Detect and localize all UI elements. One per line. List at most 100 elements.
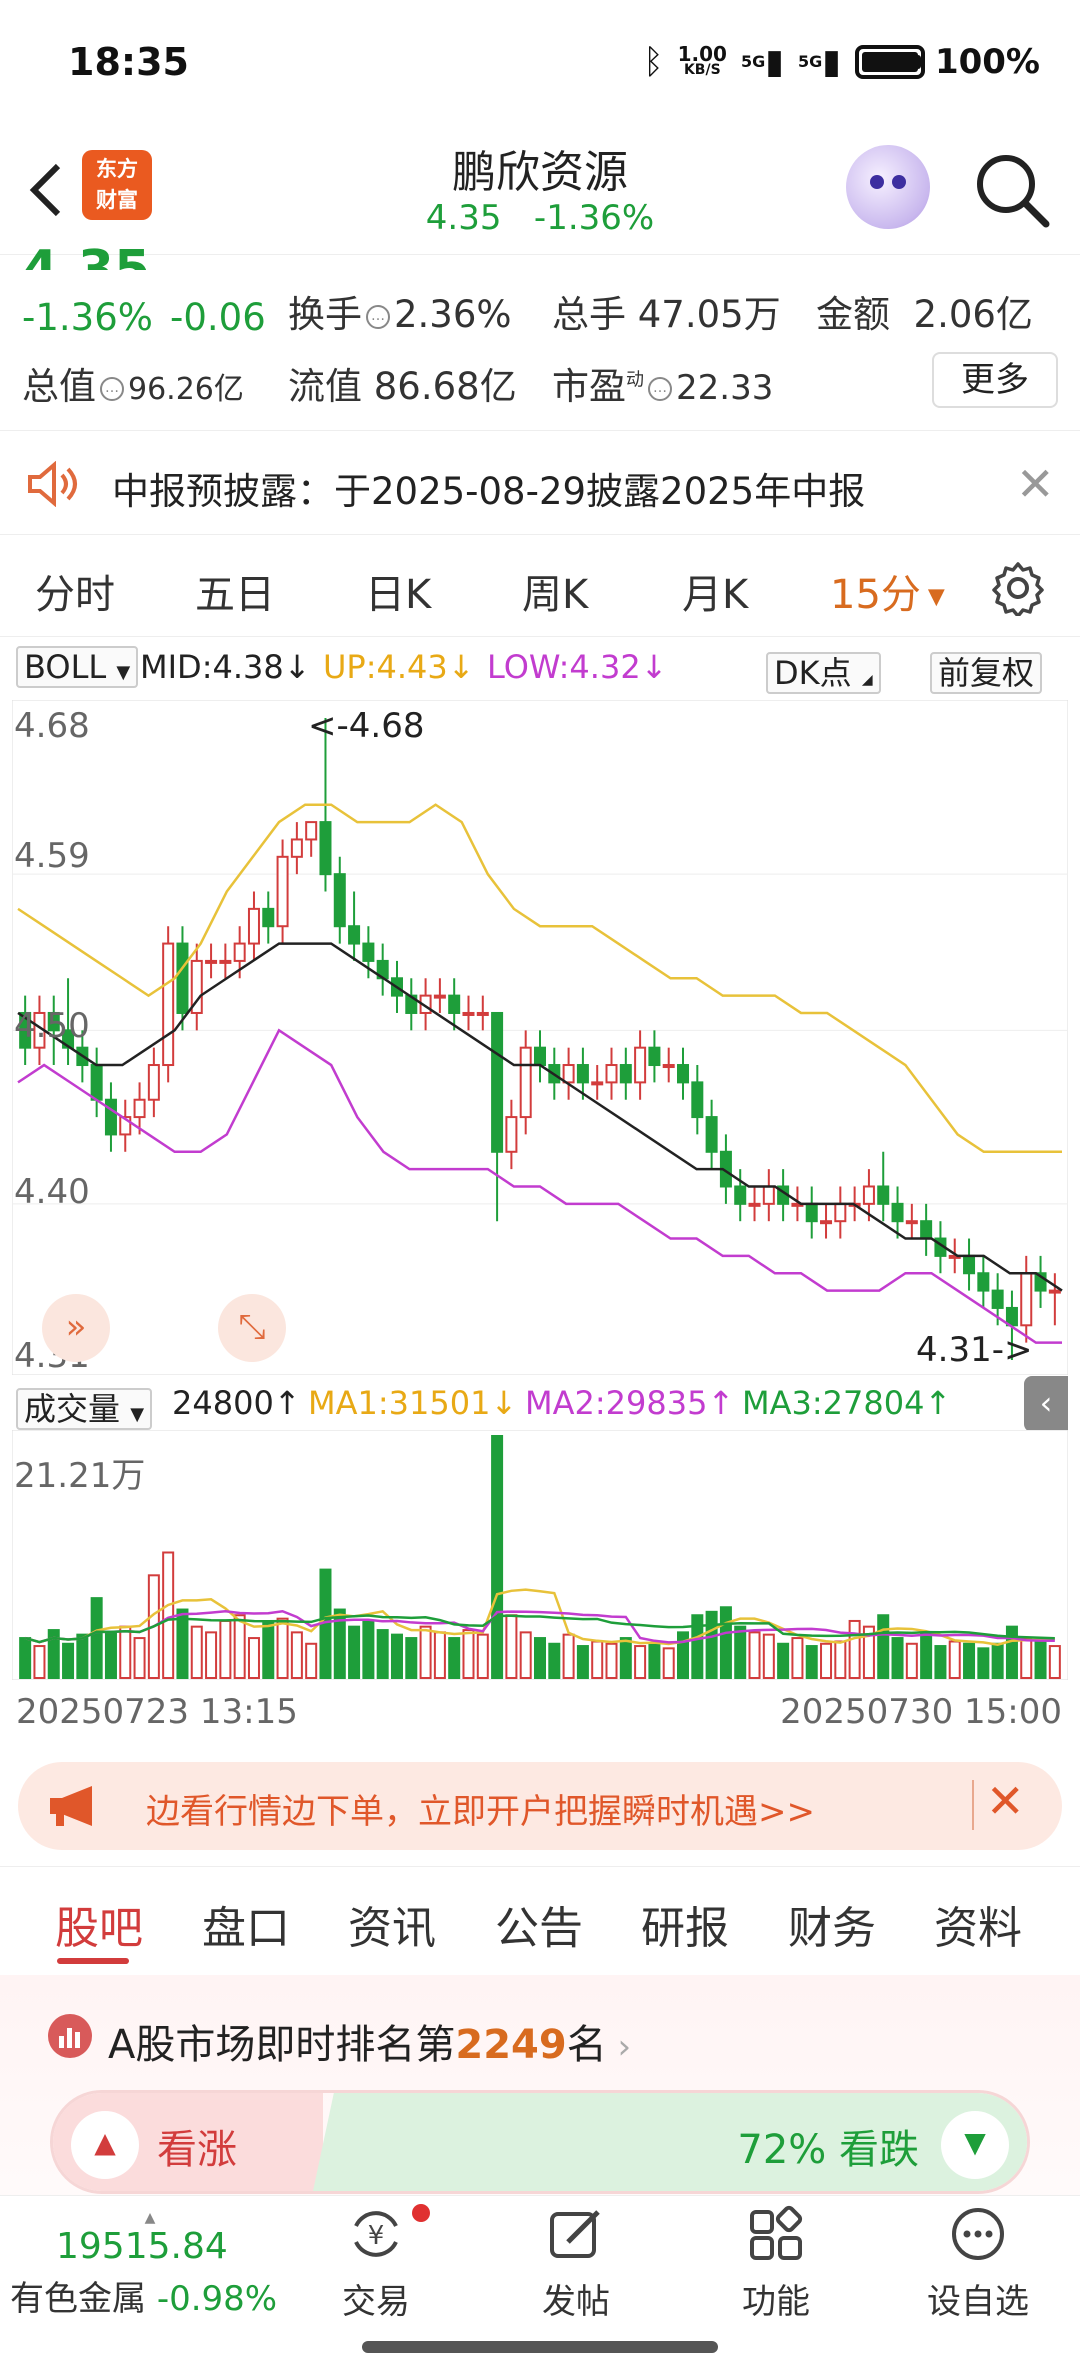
- tab-announcements[interactable]: 公告: [495, 1892, 583, 1956]
- svg-text:¥: ¥: [368, 2221, 385, 2251]
- volume-bar: [76, 1633, 89, 1680]
- change-pct: -1.36%: [22, 296, 153, 339]
- collapse-arrow-icon[interactable]: ‹: [1024, 1376, 1068, 1432]
- tab-week-k[interactable]: 周K: [522, 562, 588, 620]
- status-time: 18:35: [68, 40, 189, 84]
- volume-bar: [777, 1642, 790, 1679]
- volume-chart[interactable]: [12, 1430, 1068, 1680]
- x-end-label: 20250730 15:00: [780, 1692, 1062, 1732]
- volume-bar: [977, 1647, 990, 1679]
- signal-5g-icon-2: 5G ▮: [797, 42, 841, 82]
- notice-text: 中报预披露：于2025-08-29披露2025年中报: [112, 470, 866, 513]
- volume-bar: [991, 1642, 1004, 1679]
- volume-bar: [762, 1633, 775, 1680]
- tab-five-day[interactable]: 五日: [195, 562, 275, 620]
- search-icon[interactable]: [972, 150, 1052, 230]
- open-account-banner[interactable]: 边看行情边下单，立即开户把握瞬时机遇>> ✕: [18, 1762, 1062, 1850]
- volume-bar: [605, 1642, 618, 1679]
- volume-bar: [963, 1642, 976, 1679]
- volume-bar: [648, 1642, 661, 1679]
- triangle-up-icon[interactable]: ▲: [71, 2111, 139, 2179]
- volume-ma1: MA1:31501↓: [308, 1384, 518, 1422]
- active-tab-indicator: [57, 1958, 129, 1964]
- triangle-down-icon[interactable]: ▼: [941, 2111, 1009, 2179]
- tab-month-k[interactable]: 月K: [682, 562, 748, 620]
- volume-bar: [262, 1622, 275, 1680]
- x-start-label: 20250723 13:15: [16, 1692, 298, 1732]
- kline-chart[interactable]: [12, 700, 1068, 1375]
- battery-percent: 100%: [934, 42, 1040, 82]
- nav-add-watchlist[interactable]: 设自选: [908, 2204, 1048, 2323]
- tab-orderbook[interactable]: 盘口: [202, 1892, 290, 1956]
- info-icon: …: [648, 376, 672, 401]
- volume-bar: [719, 1606, 732, 1679]
- tab-profile[interactable]: 资料: [934, 1892, 1022, 1956]
- signal-5g-icon: 5G ▮: [740, 42, 784, 82]
- volume-bar: [1005, 1625, 1018, 1679]
- volume-bar: [190, 1625, 203, 1679]
- volume-bar: [619, 1637, 632, 1680]
- volume-ma2: MA2:29835↑: [525, 1384, 735, 1422]
- market-cap: 总值… 96.26亿: [22, 365, 244, 408]
- status-bar: 18:35 ᛒ 1.00 KB/S 5G ▮ 5G ▮ 100%: [0, 0, 1080, 130]
- vote-down-bar[interactable]: [313, 2093, 1027, 2191]
- double-chevron-right-icon[interactable]: »: [42, 1294, 110, 1362]
- expand-icon[interactable]: ⤡: [218, 1294, 286, 1362]
- banner-divider: [972, 1780, 974, 1830]
- nav-post[interactable]: 发帖: [506, 2204, 646, 2323]
- more-button[interactable]: 更多: [932, 352, 1058, 408]
- adjust-select[interactable]: 前复权: [930, 648, 1043, 694]
- tab-day-k[interactable]: 日K: [365, 562, 431, 620]
- caret-down-icon: ▼: [920, 584, 945, 610]
- banner-text: 边看行情边下单，立即开户把握瞬时机遇>>: [146, 1792, 815, 1832]
- sector-index[interactable]: ▲ 19515.84 有色金属 -0.98%: [10, 2210, 290, 2320]
- tab-news[interactable]: 资讯: [348, 1892, 436, 1956]
- tab-research[interactable]: 研报: [641, 1892, 729, 1956]
- volume-bar: [662, 1647, 675, 1679]
- volume-bar: [505, 1614, 518, 1679]
- volume-bar: [877, 1614, 890, 1679]
- change-amt: -0.06: [170, 296, 266, 339]
- notification-dot: [412, 2204, 430, 2222]
- nav-functions[interactable]: 功能: [706, 2204, 846, 2323]
- volume-bar: [362, 1619, 375, 1679]
- volume-bar: [290, 1631, 303, 1679]
- ranking-text[interactable]: A股市场即时排名第2249名 ›: [108, 2012, 631, 2070]
- volume-bar: [820, 1642, 833, 1679]
- volume-bar: [419, 1625, 432, 1679]
- status-icons: ᛒ 1.00 KB/S 5G ▮ 5G ▮ 100%: [643, 42, 1040, 82]
- settings-gear-icon[interactable]: [990, 560, 1046, 616]
- indicator-select[interactable]: BOLL ▼: [16, 646, 139, 688]
- tab-intraday[interactable]: 分时: [35, 562, 115, 620]
- volume-ma3: MA3:27804↑: [742, 1384, 952, 1422]
- tab-forum[interactable]: 股吧: [55, 1892, 143, 1956]
- high-marker: <-4.68: [308, 706, 425, 746]
- close-icon[interactable]: ✕: [1016, 457, 1055, 511]
- volume-bar: [233, 1614, 246, 1679]
- nav-trade[interactable]: ¥ 交易: [306, 2204, 446, 2323]
- low-marker: 4.31->: [916, 1330, 1033, 1370]
- volume-bar: [848, 1619, 861, 1679]
- volume-current: 24800↑: [172, 1384, 301, 1422]
- volume-bar: [834, 1640, 847, 1679]
- sector-index-value: 19515.84: [56, 2226, 228, 2267]
- volume-bar: [462, 1629, 475, 1679]
- volume-bar: [162, 1551, 175, 1679]
- volume-bar: [476, 1633, 489, 1680]
- volume-bar: [705, 1610, 718, 1679]
- volume-bar: [905, 1642, 918, 1679]
- y-label-4: 4.40: [14, 1172, 90, 1212]
- battery-icon: [854, 45, 925, 79]
- volume-bar: [576, 1645, 589, 1680]
- close-icon[interactable]: ✕: [986, 1774, 1025, 1828]
- volume-bar: [119, 1625, 132, 1679]
- tab-15min[interactable]: 15分 ▼: [830, 562, 945, 620]
- notice-bar[interactable]: 中报预披露：于2025-08-29披露2025年中报 ✕: [0, 430, 1080, 535]
- volume-bar: [891, 1637, 904, 1680]
- tab-finance[interactable]: 财务: [788, 1892, 876, 1956]
- volume-select[interactable]: 成交量 ▼: [16, 1384, 153, 1430]
- dk-point-select[interactable]: DK点 ◢: [766, 648, 881, 694]
- assistant-robot-icon[interactable]: [846, 145, 930, 229]
- vote-up-label: 看涨: [157, 2127, 237, 2173]
- volume-bar: [376, 1629, 389, 1679]
